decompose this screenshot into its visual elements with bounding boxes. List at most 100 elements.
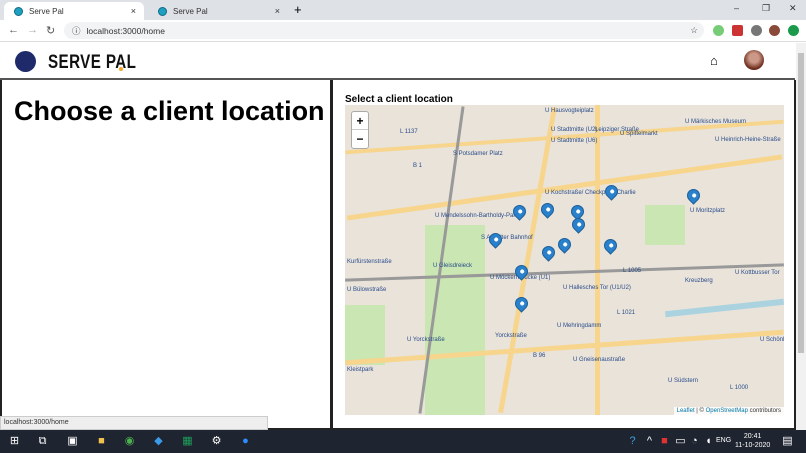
new-tab-button[interactable]: + [294,2,302,17]
reload-icon[interactable]: ↻ [46,24,55,37]
road [345,330,783,366]
map-panel: Select a client location U Hausvogteipla… [331,80,796,430]
profile-avatar[interactable] [769,25,780,36]
map-place-label: U Spittelmarkt [620,131,658,137]
status-bar-url: localhost:3000/home [0,416,268,430]
extension-icon[interactable] [788,25,799,36]
map-place-label: U Mehringdamm [557,323,601,329]
map-place-label: Kurfürstenstraße [347,259,392,265]
tray-chevron-icon[interactable]: ^ [643,435,656,448]
leaflet-link[interactable]: Leaflet [677,408,695,414]
map-place-label: L 1005 [623,268,641,274]
map-place-label: U Märkisches Museum [685,119,746,125]
map-place-label: L 1137 [400,129,418,135]
url-text: localhost:3000/home [87,26,165,36]
close-tab-icon[interactable]: × [275,6,280,16]
url-input[interactable]: ⓘ localhost:3000/home ☆ [64,22,704,39]
park-area [645,205,685,245]
tab-bar: Serve Pal × Serve Pal × + – ❐ ✕ [0,0,806,20]
map-place-label: B 1 [413,163,422,169]
map-place-label: S Potsdamer Platz [453,151,503,157]
language-indicator[interactable]: ENG [716,437,731,444]
volume-icon[interactable]: ◖ [702,435,715,448]
settings-gear-icon[interactable]: ⚙ [210,435,223,448]
page-scrollbar[interactable] [796,43,806,430]
extension-icon[interactable] [713,25,724,36]
tab-title: Serve Pal [173,7,208,16]
battery-icon[interactable]: ▭ [674,435,687,448]
forward-icon[interactable]: → [27,24,38,36]
minimize-button[interactable]: – [734,3,739,13]
date: 11-10-2020 [735,441,770,450]
file-explorer-icon[interactable]: ■ [95,435,108,448]
map-place-label: U Hausvogteiplatz [545,108,594,114]
tab-title: Serve Pal [29,7,64,16]
time: 20:41 [735,432,770,441]
map-place-label: Yorckstraße [495,333,527,339]
map-place-label: U Schönleinstraße [760,337,784,343]
attribution-suffix: contributors [748,408,781,414]
map-place-label: L 1021 [617,310,635,316]
windows-start-icon[interactable]: ⊞ [8,435,21,448]
location-marker-icon[interactable] [602,182,620,200]
map-place-label: U Kochstraße/ Checkpoint Charlie [545,190,636,196]
wifi-icon[interactable]: ◔ [688,435,701,448]
taskbar: ⊞ ⧉ ▣ ■ ◉ ◆ ▦ ⚙ ● ? ^ ■ ▭ ◔ ◖ ENG 20:411… [0,430,806,453]
map[interactable]: U Hausvogteiplatz U Märkisches Museum U St… [345,105,784,415]
zoom-out-button[interactable]: − [352,130,368,148]
close-window-button[interactable]: ✕ [789,3,797,14]
help-icon[interactable]: ? [626,435,639,448]
task-view-icon[interactable]: ⧉ [36,435,49,448]
bookmark-star-icon[interactable]: ☆ [690,25,698,36]
home-icon[interactable]: ⌂ [710,53,718,68]
info-icon: ⓘ [72,25,81,37]
tab-serve-pal-2[interactable]: Serve Pal × [148,2,288,20]
tab-serve-pal-1[interactable]: Serve Pal × [4,2,144,20]
react-favicon-icon [158,7,167,16]
user-avatar[interactable] [744,50,764,70]
map-place-label: U Mendelssohn-Bartholdy-Park [435,213,518,219]
notifications-icon[interactable]: ▤ [781,435,794,448]
location-marker-icon[interactable] [569,215,587,233]
location-marker-icon[interactable] [486,230,504,248]
location-marker-icon[interactable] [539,243,557,261]
chrome-icon[interactable]: ◉ [123,435,136,448]
puzzle-icon[interactable] [751,25,762,36]
scrollbar-thumb[interactable] [798,53,804,353]
osm-link[interactable]: OpenStreetMap [706,408,748,414]
attribution-separator: | © [695,408,706,414]
maximize-button[interactable]: ❐ [762,3,770,14]
park-area [345,305,385,365]
excel-icon[interactable]: ▦ [181,435,194,448]
back-icon[interactable]: ← [8,24,19,36]
logo-icon [15,51,36,72]
map-place-label: U Kottbusser Tor [735,270,780,276]
zoom-app-icon[interactable]: ● [239,435,252,448]
location-marker-icon[interactable] [555,235,573,253]
map-label: Select a client location [345,94,794,105]
map-place-label: U Gneisenaustraße [573,357,625,363]
vscode-icon[interactable]: ◆ [152,435,165,448]
brand-name[interactable]: SERVE PAL [48,52,136,74]
page-title: Choose a client location [14,96,330,127]
zoom-in-button[interactable]: + [352,112,368,130]
extension-icon[interactable] [732,25,743,36]
app-icon[interactable]: ▣ [66,435,79,448]
map-place-label: B 96 [533,353,545,359]
location-marker-icon[interactable] [684,186,702,204]
app-header: SERVE PAL ⌂ [0,43,795,80]
map-place-label: Kreuzberg [685,278,713,284]
map-place-label: U Stadtmitte (U2) [551,127,597,133]
map-place-label: U Heinrich-Heine-Straße [715,137,781,143]
canal [665,299,784,317]
map-place-label: U Südstern [668,378,698,384]
antivirus-icon[interactable]: ■ [658,435,671,448]
close-tab-icon[interactable]: × [131,6,136,16]
map-place-label: U Moritzplatz [690,208,725,214]
react-favicon-icon [14,7,23,16]
location-marker-icon[interactable] [538,200,556,218]
map-place-label: Kleistpark [347,367,373,373]
clock[interactable]: 20:4111-10-2020 [735,432,770,450]
location-marker-icon[interactable] [601,236,619,254]
map-place-label: U Gleisdreieck [433,263,472,269]
